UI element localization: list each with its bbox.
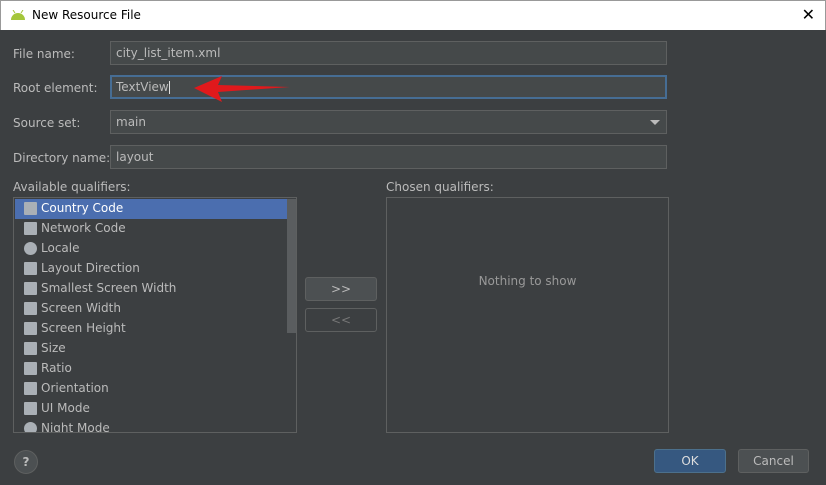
qualifier-item[interactable]: Locale — [15, 239, 296, 259]
chevron-down-icon — [650, 120, 660, 125]
qualifier-item[interactable]: Screen Height — [15, 319, 296, 339]
moon-icon — [24, 422, 37, 432]
qualifier-label: Network Code — [41, 221, 126, 235]
add-qualifier-button[interactable]: >> — [305, 277, 377, 301]
red-arrow-annotation-icon — [194, 76, 290, 102]
qualifier-item[interactable]: Ratio — [15, 359, 296, 379]
arrows-vertical-icon — [24, 322, 37, 335]
ratio-icon — [24, 362, 37, 375]
file-name-value: city_list_item.xml — [116, 46, 221, 60]
qualifier-label: Country Code — [41, 201, 124, 215]
qualifier-item[interactable]: UI Mode — [15, 399, 296, 419]
title-bar: New Resource File ✕ — [0, 0, 826, 30]
orientation-icon — [24, 382, 37, 395]
source-set-select[interactable]: main — [110, 110, 667, 134]
qualifier-item[interactable]: Smallest Screen Width — [15, 279, 296, 299]
network-code-icon — [24, 222, 37, 235]
qualifier-item[interactable]: Country Code — [15, 199, 296, 219]
available-qualifiers-list[interactable]: Country Code Network Code Locale Layout Dir… — [13, 197, 297, 433]
qualifier-label: Smallest Screen Width — [41, 281, 177, 295]
qualifier-item[interactable]: Network Code — [15, 219, 296, 239]
directory-name-input[interactable]: layout — [110, 145, 667, 169]
qualifier-item[interactable]: Screen Width — [15, 299, 296, 319]
qualifier-label: Layout Direction — [41, 261, 140, 275]
file-name-label: File name: — [13, 47, 75, 61]
file-name-input[interactable]: city_list_item.xml — [110, 41, 667, 65]
qualifier-item[interactable]: Orientation — [15, 379, 296, 399]
globe-icon — [24, 242, 37, 255]
cancel-button[interactable]: Cancel — [738, 449, 809, 473]
qualifier-label: Screen Width — [41, 301, 121, 315]
root-element-value: TextView — [116, 80, 169, 94]
chosen-qualifiers-label: Chosen qualifiers: — [386, 180, 494, 194]
arrows-horizontal-icon — [24, 302, 37, 315]
qualifier-item[interactable]: Night Mode — [15, 419, 296, 433]
country-code-icon — [24, 202, 37, 215]
root-element-label: Root element: — [13, 81, 98, 95]
qualifier-label: Screen Height — [41, 321, 126, 335]
arrow-left-icon — [24, 262, 37, 275]
remove-qualifier-button[interactable]: << — [305, 308, 377, 332]
ok-button[interactable]: OK — [654, 449, 726, 473]
window-title: New Resource File — [32, 8, 141, 22]
android-logo-icon — [11, 10, 25, 20]
qualifier-item[interactable]: Layout Direction — [15, 259, 296, 279]
directory-name-value: layout — [116, 150, 154, 164]
chosen-qualifiers-list[interactable]: Nothing to show — [386, 197, 669, 433]
available-qualifiers-label: Available qualifiers: — [13, 180, 131, 194]
directory-name-label: Directory name: — [13, 151, 111, 165]
qualifier-label: Orientation — [41, 381, 109, 395]
qualifier-label: Ratio — [41, 361, 72, 375]
close-icon[interactable]: ✕ — [802, 5, 815, 24]
qualifier-label: Night Mode — [41, 421, 110, 433]
ui-mode-icon — [24, 402, 37, 415]
source-set-value: main — [116, 115, 146, 129]
help-button[interactable]: ? — [14, 450, 38, 474]
qualifier-item[interactable]: Size — [15, 339, 296, 359]
resize-icon — [24, 342, 37, 355]
qualifier-label: Locale — [41, 241, 80, 255]
text-caret — [168, 81, 170, 94]
empty-message: Nothing to show — [478, 274, 577, 288]
source-set-label: Source set: — [13, 116, 81, 130]
qualifier-label: Size — [41, 341, 66, 355]
arrows-all-icon — [24, 282, 37, 295]
scrollbar-thumb[interactable] — [287, 199, 296, 333]
qualifier-label: UI Mode — [41, 401, 90, 415]
